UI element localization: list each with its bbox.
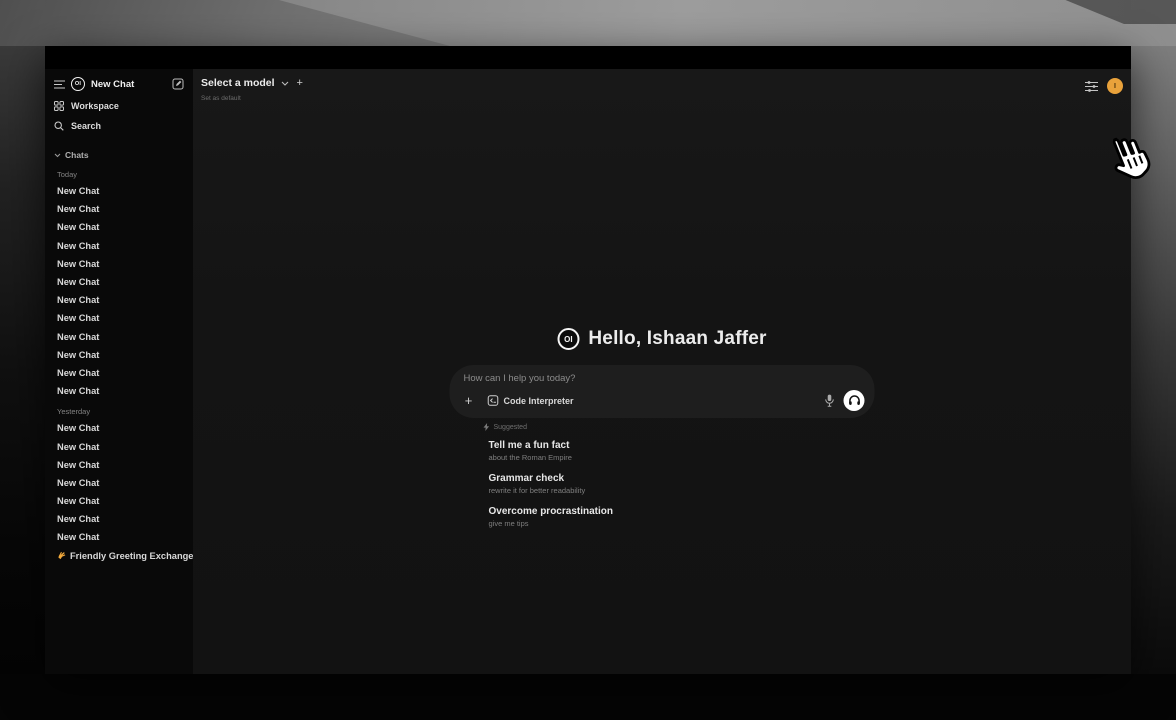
chat-list-item[interactable]: New Chat [45, 237, 193, 255]
headphones-icon [848, 395, 860, 406]
composer-toolbar: + Code Interpreter [461, 390, 865, 411]
chat-group-yesterday: Yesterday New ChatNew ChatNew ChatNew Ch… [45, 400, 193, 546]
code-interpreter-icon [488, 395, 499, 406]
chat-list-item[interactable]: New Chat [45, 437, 193, 455]
message-composer: + Code Interpreter [450, 365, 875, 418]
chat-list-item-friendly-greeting[interactable]: Friendly Greeting Exchange [45, 547, 193, 565]
wave-emoji-icon [57, 551, 66, 560]
suggested-prompt-title: Tell me a fun fact [489, 439, 875, 452]
workspace-grid-icon [54, 101, 64, 111]
desktop-wallpaper-left [0, 46, 45, 674]
chats-section-label: Chats [65, 150, 89, 160]
hamburger-menu-icon[interactable] [54, 80, 65, 89]
chevron-down-icon [281, 81, 289, 86]
chat-list-item[interactable]: New Chat [45, 309, 193, 327]
search-label: Search [71, 121, 101, 131]
message-input[interactable] [464, 373, 861, 384]
settings-sliders-icon[interactable] [1085, 81, 1098, 92]
chat-group-today-list: New ChatNew ChatNew ChatNew ChatNew Chat… [45, 182, 193, 400]
chat-list-item[interactable]: New Chat [45, 273, 193, 291]
chevron-down-icon [54, 153, 61, 158]
chat-list-item[interactable]: New Chat [45, 328, 193, 346]
header-right-controls: I [1085, 78, 1123, 94]
search-icon [54, 121, 64, 131]
app-logo-icon: OI [71, 77, 85, 91]
chat-group-today: Today New ChatNew ChatNew ChatNew ChatNe… [45, 163, 193, 400]
greeting-row: OI Hello, Ishaan Jaffer [450, 328, 875, 350]
chats-section-toggle[interactable]: Chats [45, 147, 193, 163]
workspace-label: Workspace [71, 101, 119, 111]
chat-list-item[interactable]: New Chat [45, 456, 193, 474]
suggested-prompt-subtitle: about the Roman Empire [489, 453, 875, 463]
chat-list-item[interactable]: New Chat [45, 419, 193, 437]
suggested-prompt-subtitle: give me tips [489, 519, 875, 529]
suggested-prompt-subtitle: rewrite it for better readability [489, 486, 875, 496]
suggested-header: Suggested [484, 423, 875, 431]
chat-list-item[interactable]: New Chat [45, 255, 193, 273]
hero-section: OI Hello, Ishaan Jaffer + Code Interpret… [450, 328, 875, 538]
chat-list-item[interactable]: New Chat [45, 510, 193, 528]
code-interpreter-toggle[interactable]: Code Interpreter [488, 395, 574, 406]
chat-list-item[interactable]: New Chat [45, 474, 193, 492]
chat-list-item[interactable]: New Chat [45, 528, 193, 546]
chat-list-item[interactable]: New Chat [45, 200, 193, 218]
main-panel: Select a model + Set as default I [193, 69, 1131, 674]
suggested-prompt[interactable]: Tell me a fun fact about the Roman Empir… [489, 439, 875, 463]
chat-list-item[interactable]: New Chat [45, 291, 193, 309]
sidebar-title: New Chat [91, 79, 134, 90]
chat-group-yesterday-list: New ChatNew ChatNew ChatNew ChatNew Chat… [45, 419, 193, 546]
chat-group-label: Today [45, 163, 193, 182]
chat-list-item[interactable]: New Chat [45, 364, 193, 382]
chat-list-item[interactable]: New Chat [45, 346, 193, 364]
model-selector-label: Select a model [201, 77, 275, 89]
chat-list-item[interactable]: New Chat [45, 382, 193, 400]
greeting-text: Hello, Ishaan Jaffer [588, 328, 766, 350]
app-logo-icon: OI [557, 328, 579, 350]
sidebar: OI New Chat Workspace Search [45, 69, 193, 674]
suggested-label: Suggested [494, 424, 527, 431]
suggested-prompt[interactable]: Overcome procrastination give me tips [489, 505, 875, 529]
app-window: OI New Chat Workspace Search [45, 46, 1131, 674]
chat-list-item[interactable]: New Chat [45, 218, 193, 236]
chat-list-item[interactable]: New Chat [45, 492, 193, 510]
suggested-prompt[interactable]: Grammar check rewrite it for better read… [489, 472, 875, 496]
chat-list-item[interactable]: New Chat [45, 182, 193, 200]
sidebar-item-workspace[interactable]: Workspace [45, 96, 193, 116]
chat-group-label: Yesterday [45, 400, 193, 419]
window-top-bar [45, 46, 1131, 69]
attach-plus-button[interactable]: + [461, 393, 477, 409]
suggested-prompt-title: Grammar check [489, 472, 875, 485]
desktop: OI New Chat Workspace Search [0, 0, 1176, 720]
desktop-wallpaper-bottom [0, 674, 1176, 720]
sparkle-flash-icon [484, 423, 490, 431]
sidebar-item-search[interactable]: Search [45, 116, 193, 136]
user-avatar[interactable]: I [1107, 78, 1123, 94]
sidebar-header: OI New Chat [45, 69, 193, 96]
code-interpreter-label: Code Interpreter [504, 396, 574, 406]
chat-title: Friendly Greeting Exchange [70, 551, 193, 561]
new-chat-pencil-icon[interactable] [172, 78, 184, 90]
add-model-button[interactable]: + [297, 77, 303, 89]
microphone-icon[interactable] [825, 394, 835, 407]
suggested-list: Tell me a fun fact about the Roman Empir… [489, 439, 875, 529]
set-as-default-link[interactable]: Set as default [201, 95, 241, 102]
desktop-wallpaper-right [1131, 46, 1176, 674]
suggested-prompt-title: Overcome procrastination [489, 505, 875, 518]
voice-call-button[interactable] [844, 390, 865, 411]
model-selector[interactable]: Select a model + [201, 77, 303, 89]
